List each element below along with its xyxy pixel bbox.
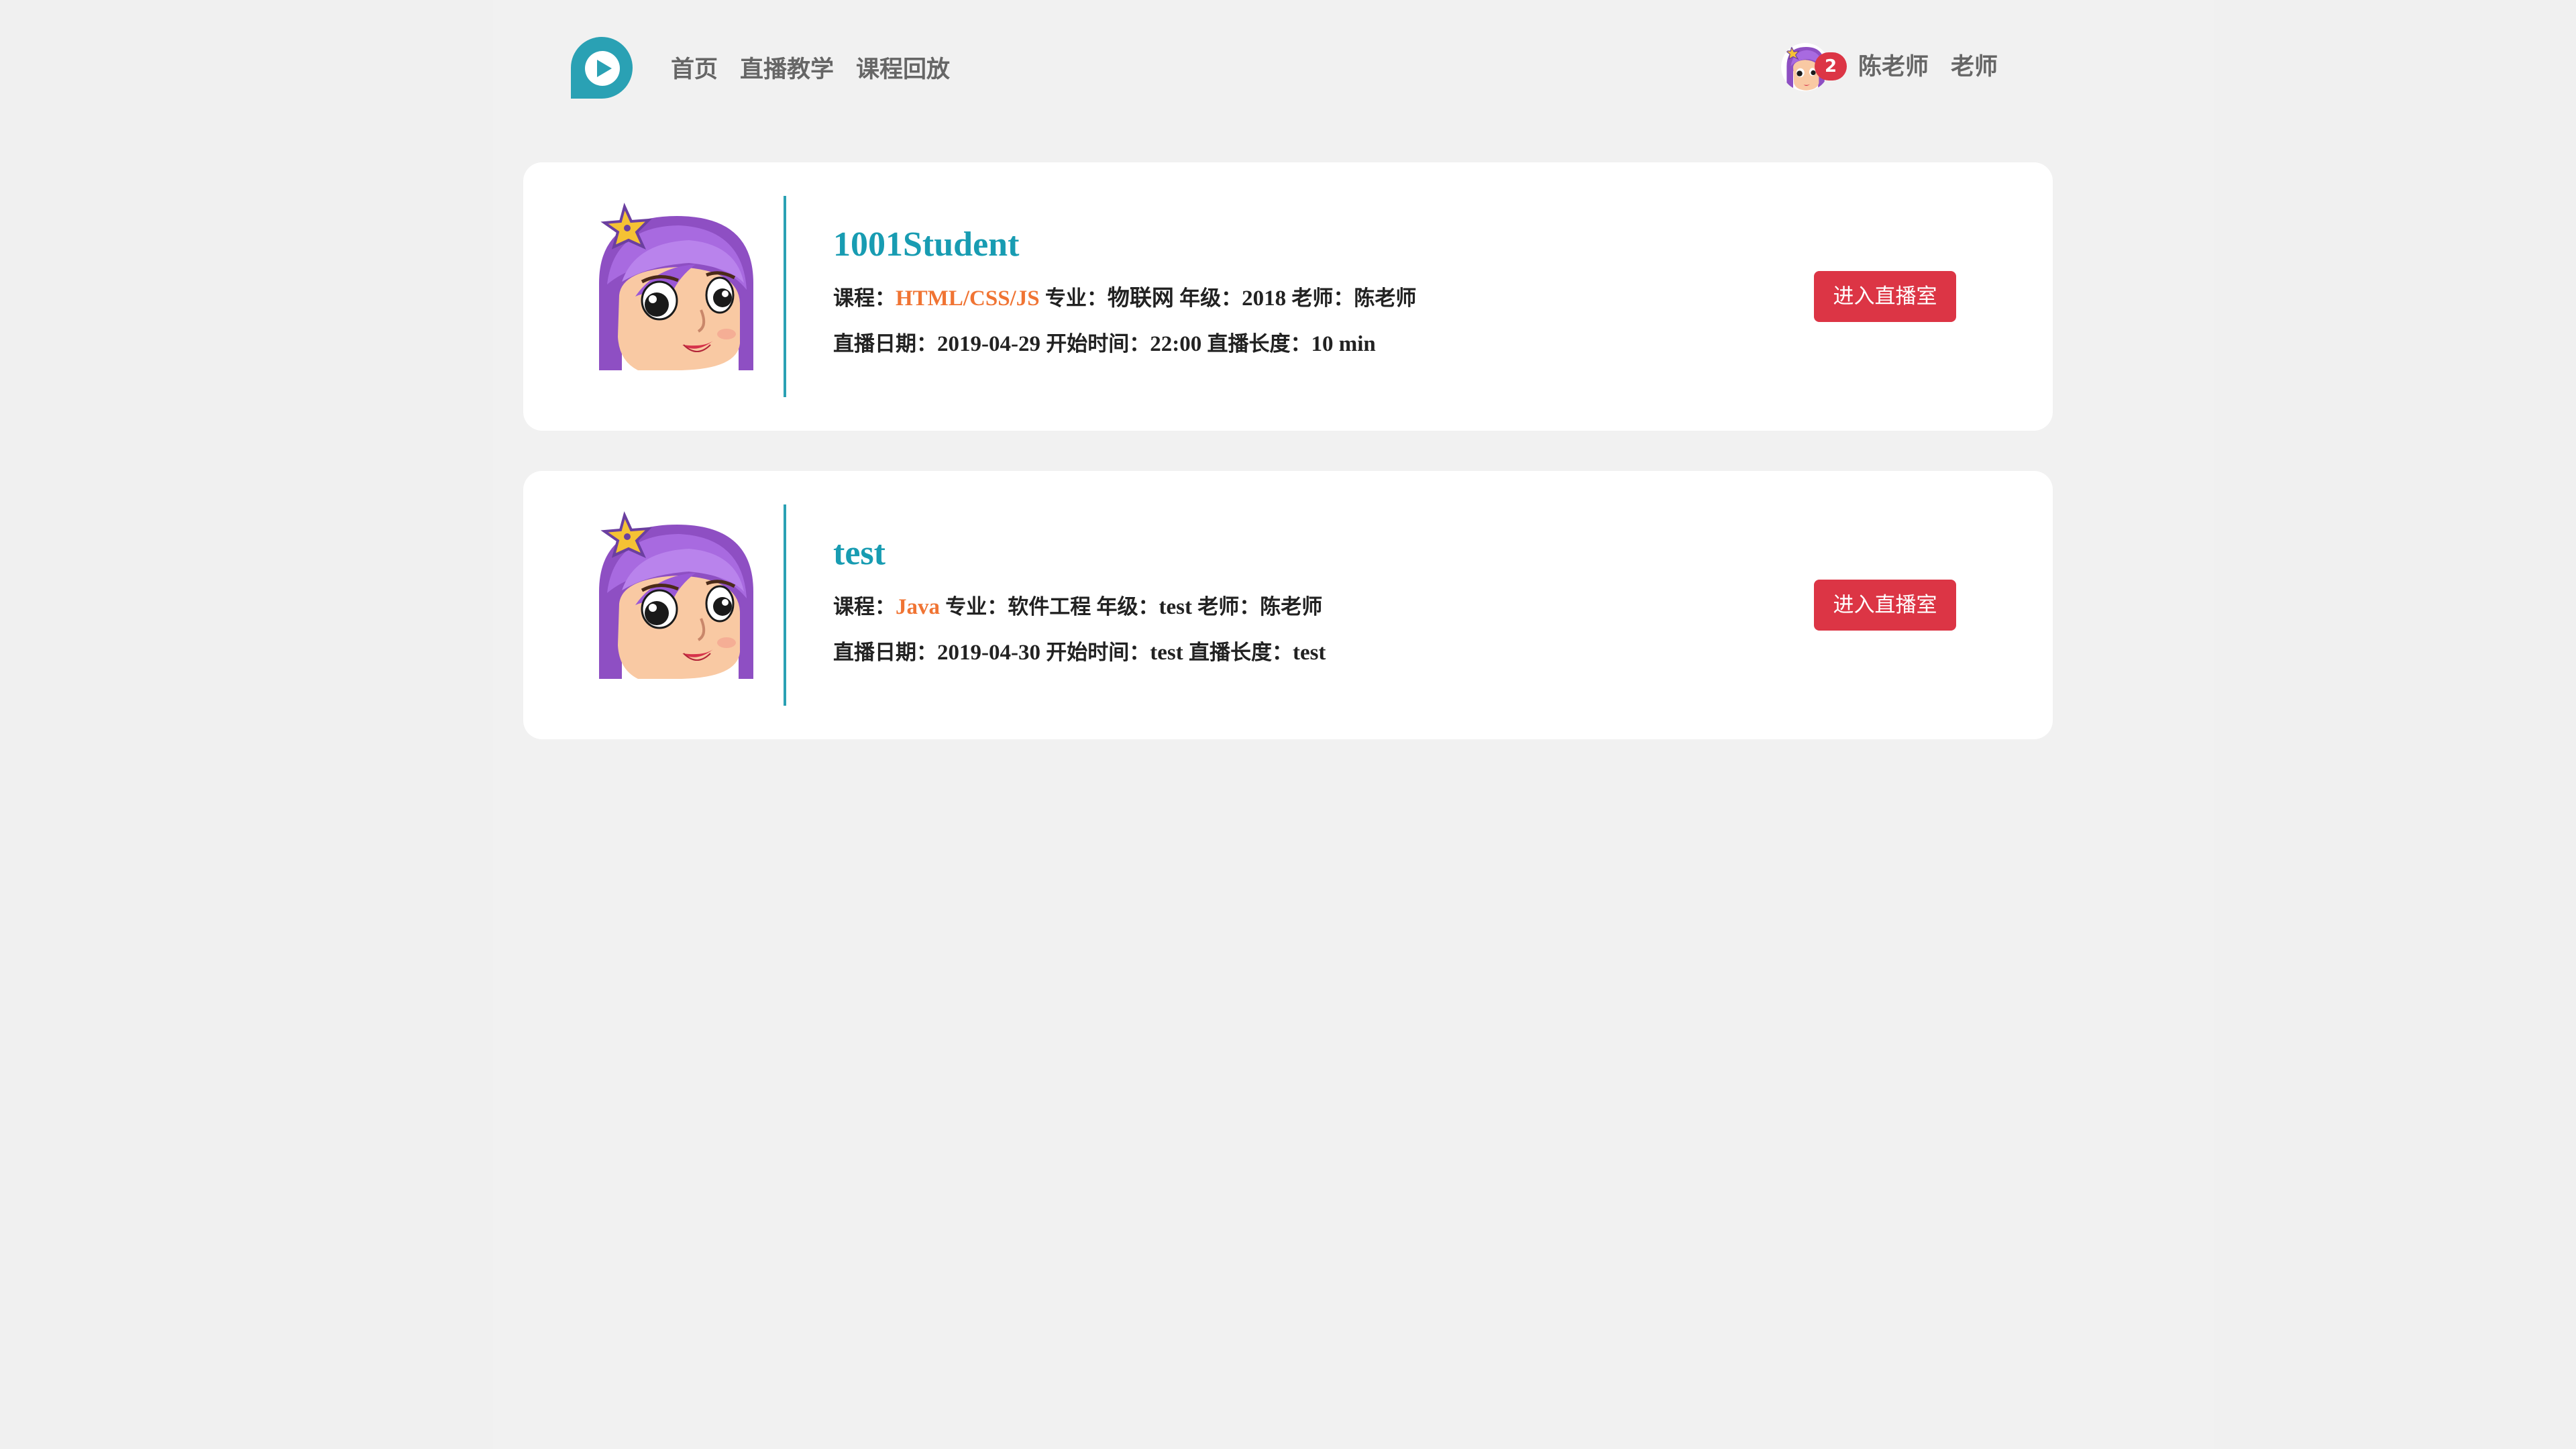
enter-live-room-button[interactable]: 进入直播室 [1814, 580, 1956, 631]
nav-home[interactable]: 首页 [671, 50, 718, 85]
date-value: 2019-04-29 [937, 332, 1040, 356]
major-value: 软件工程 [1008, 595, 1091, 619]
major-value: 物联网 [1107, 286, 1174, 311]
course-name: HTML/CSS/JS [896, 286, 1040, 311]
main-nav: 首页 直播教学 课程回放 [671, 47, 972, 87]
length-value: 10 min [1311, 332, 1376, 356]
start-value: test [1150, 641, 1183, 665]
teacher-label: 老师： [1291, 286, 1354, 311]
major-label: 专业： [945, 595, 1008, 619]
lesson-info-line: 课程：Java 专业：软件工程 年级：test 老师：陈老师 [833, 590, 1322, 624]
cartoon-girl-avatar-icon [599, 203, 753, 370]
nav-live-teaching[interactable]: 直播教学 [740, 50, 834, 85]
top-navbar: 首页 直播教学 课程回放 2 陈老师 老师 [0, 0, 2576, 134]
card-divider [784, 504, 786, 706]
grade-value: 2018 [1242, 286, 1287, 311]
lesson-schedule-line: 直播日期：2019-04-30 开始时间：test 直播长度：test [833, 636, 1326, 669]
teacher-label: 老师： [1197, 595, 1260, 619]
lesson-title: test [833, 534, 885, 572]
enter-live-room-button[interactable]: 进入直播室 [1814, 271, 1956, 322]
lesson-avatar [595, 203, 756, 370]
live-lesson-card: 1001Student 课程：HTML/CSS/JS 专业：物联网 年级：201… [523, 162, 2053, 431]
grade-label: 年级： [1096, 595, 1159, 619]
course-label: 课程： [833, 286, 896, 311]
start-label: 开始时间： [1046, 332, 1150, 356]
length-value: test [1292, 641, 1326, 665]
card-divider [784, 196, 786, 397]
user-role[interactable]: 老师 [1951, 47, 1998, 87]
major-label: 专业： [1044, 286, 1108, 311]
date-value: 2019-04-30 [937, 641, 1040, 665]
length-label: 直播长度： [1188, 641, 1293, 665]
teacher-value: 陈老师 [1260, 595, 1323, 619]
lesson-title: 1001Student [833, 225, 1020, 264]
start-label: 开始时间： [1046, 641, 1150, 665]
course-label: 课程： [833, 595, 896, 619]
length-label: 直播长度： [1207, 332, 1311, 356]
date-label: 直播日期： [833, 332, 937, 356]
user-name[interactable]: 陈老师 [1858, 47, 1929, 87]
course-name: Java [896, 595, 940, 619]
lesson-schedule-line: 直播日期：2019-04-29 开始时间：22:00 直播长度：10 min [833, 327, 1376, 361]
nav-course-replay[interactable]: 课程回放 [856, 50, 950, 85]
date-label: 直播日期： [833, 641, 937, 665]
notification-badge[interactable]: 2 [1815, 52, 1847, 80]
teacher-value: 陈老师 [1354, 286, 1417, 311]
play-icon[interactable] [570, 36, 634, 100]
grade-label: 年级： [1179, 286, 1242, 311]
live-lesson-card: test 课程：Java 专业：软件工程 年级：test 老师：陈老师 直播日期… [523, 471, 2053, 739]
lesson-avatar [595, 511, 756, 679]
cartoon-girl-avatar-icon [599, 511, 753, 679]
page: 首页 直播教学 课程回放 2 陈老师 老师 1001Student 课程：HTM… [0, 0, 2576, 1449]
start-value: 22:00 [1150, 332, 1202, 356]
lesson-info-line: 课程：HTML/CSS/JS 专业：物联网 年级：2018 老师：陈老师 [833, 282, 1416, 315]
grade-value: test [1159, 595, 1192, 619]
